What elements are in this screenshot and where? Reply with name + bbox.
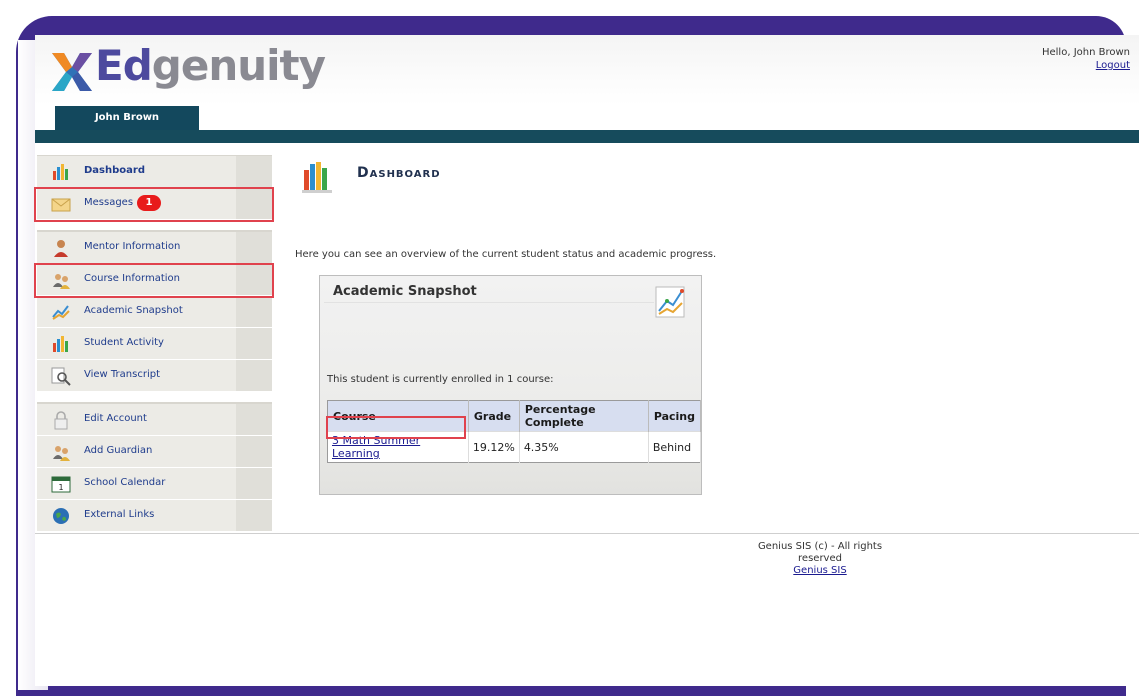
sidebar-item-label: Add Guardian bbox=[84, 445, 153, 456]
sidebar-scroll-track bbox=[236, 328, 272, 359]
sidebar-scroll-track bbox=[236, 404, 272, 435]
sidebar-item-mentor-information[interactable]: Mentor Information bbox=[37, 232, 272, 264]
sidebar-item-label: Dashboard bbox=[84, 165, 145, 176]
sidebar-group-info: Mentor Information Course Information Ac… bbox=[37, 231, 272, 392]
highlight-box-course-information bbox=[34, 263, 274, 298]
chart-bars-icon bbox=[53, 336, 68, 352]
footer-divider bbox=[35, 533, 1139, 534]
sidebar-scroll-track bbox=[236, 468, 272, 499]
grade-cell: 19.12% bbox=[468, 431, 520, 463]
lock-icon bbox=[54, 411, 68, 430]
sidebar-group-account: Edit Account Add Guardian 1 School Calen… bbox=[37, 403, 272, 532]
sidebar-item-student-activity[interactable]: Student Activity bbox=[37, 328, 272, 360]
sidebar-item-edit-account[interactable]: Edit Account bbox=[37, 404, 272, 436]
sidebar-item-label: Mentor Information bbox=[84, 241, 181, 252]
mentor-person-icon bbox=[54, 240, 68, 257]
sidebar-item-view-transcript[interactable]: View Transcript bbox=[37, 360, 272, 392]
complete-cell: 4.35% bbox=[519, 431, 649, 463]
line-chart-icon bbox=[52, 305, 70, 320]
column-header-pacing: Pacing bbox=[648, 400, 702, 432]
column-header-grade: Grade bbox=[468, 400, 520, 432]
sidebar-item-label: View Transcript bbox=[84, 369, 160, 380]
sidebar-item-label: School Calendar bbox=[84, 477, 166, 488]
pacing-cell: Behind bbox=[648, 431, 702, 463]
sidebar-item-label: External Links bbox=[84, 509, 155, 520]
sidebar-item-label: Student Activity bbox=[84, 337, 164, 348]
chart-bars-icon bbox=[53, 164, 68, 180]
intro-text: Here you can see an overview of the curr… bbox=[295, 249, 717, 260]
greeting-text: Hello, John Brown bbox=[1041, 47, 1130, 58]
tab-john-brown[interactable]: John Brown bbox=[55, 106, 199, 130]
sidebar-divider bbox=[37, 392, 272, 403]
tab-bar: John Brown bbox=[35, 105, 1139, 130]
copyright-text: Genius SIS (c) - All rights reserved bbox=[757, 541, 883, 564]
column-header-percentage-complete: Percentage Complete bbox=[519, 400, 649, 432]
nav-strip bbox=[35, 130, 1139, 143]
dashboard-chart-icon bbox=[302, 162, 332, 193]
sidebar-scroll-track bbox=[236, 296, 272, 327]
highlight-box-messages bbox=[34, 187, 274, 222]
sidebar-scroll-track bbox=[236, 436, 272, 467]
page-title: Dashboard bbox=[357, 165, 441, 181]
sidebar-item-label: Edit Account bbox=[84, 413, 147, 424]
sidebar-scroll-track bbox=[236, 500, 272, 531]
magnifier-icon bbox=[51, 367, 71, 386]
sidebar-scroll-track bbox=[236, 156, 272, 187]
academic-snapshot-panel: Academic Snapshot This student is curren… bbox=[319, 275, 702, 495]
header: Edgenuity Hello, John Brown Logout bbox=[35, 35, 1139, 105]
enrollment-text: This student is currently enrolled in 1 … bbox=[327, 374, 554, 385]
edgenuity-logo-text: Edgenuity bbox=[95, 41, 326, 90]
sidebar-item-add-guardian[interactable]: Add Guardian bbox=[37, 436, 272, 468]
user-greeting: Hello, John Brown Logout bbox=[1042, 46, 1130, 72]
footer: Genius SIS (c) - All rights reserved Gen… bbox=[735, 541, 905, 577]
calendar-day-text: 1 bbox=[58, 483, 63, 492]
sidebar-item-external-links[interactable]: External Links bbox=[37, 500, 272, 532]
sidebar-item-school-calendar[interactable]: 1 School Calendar bbox=[37, 468, 272, 500]
globe-icon bbox=[53, 508, 69, 524]
sidebar-scroll-track bbox=[236, 232, 272, 263]
people-icon bbox=[53, 446, 70, 461]
highlight-box-course-link bbox=[326, 416, 466, 439]
logout-link[interactable]: Logout bbox=[1096, 60, 1130, 71]
snapshot-title: Academic Snapshot bbox=[333, 284, 477, 299]
page: Edgenuity Hello, John Brown Logout John … bbox=[34, 35, 1139, 686]
line-chart-icon bbox=[655, 286, 685, 318]
sidebar-scroll-track bbox=[236, 360, 272, 391]
snapshot-title-divider bbox=[324, 302, 654, 303]
genius-sis-link[interactable]: Genius SIS bbox=[793, 565, 846, 576]
sidebar-item-academic-snapshot[interactable]: Academic Snapshot bbox=[37, 296, 272, 328]
calendar-icon: 1 bbox=[51, 476, 71, 493]
sidebar-item-dashboard[interactable]: Dashboard bbox=[37, 156, 272, 188]
sidebar-item-label: Academic Snapshot bbox=[84, 305, 183, 316]
edgenuity-logo-icon bbox=[52, 53, 92, 91]
